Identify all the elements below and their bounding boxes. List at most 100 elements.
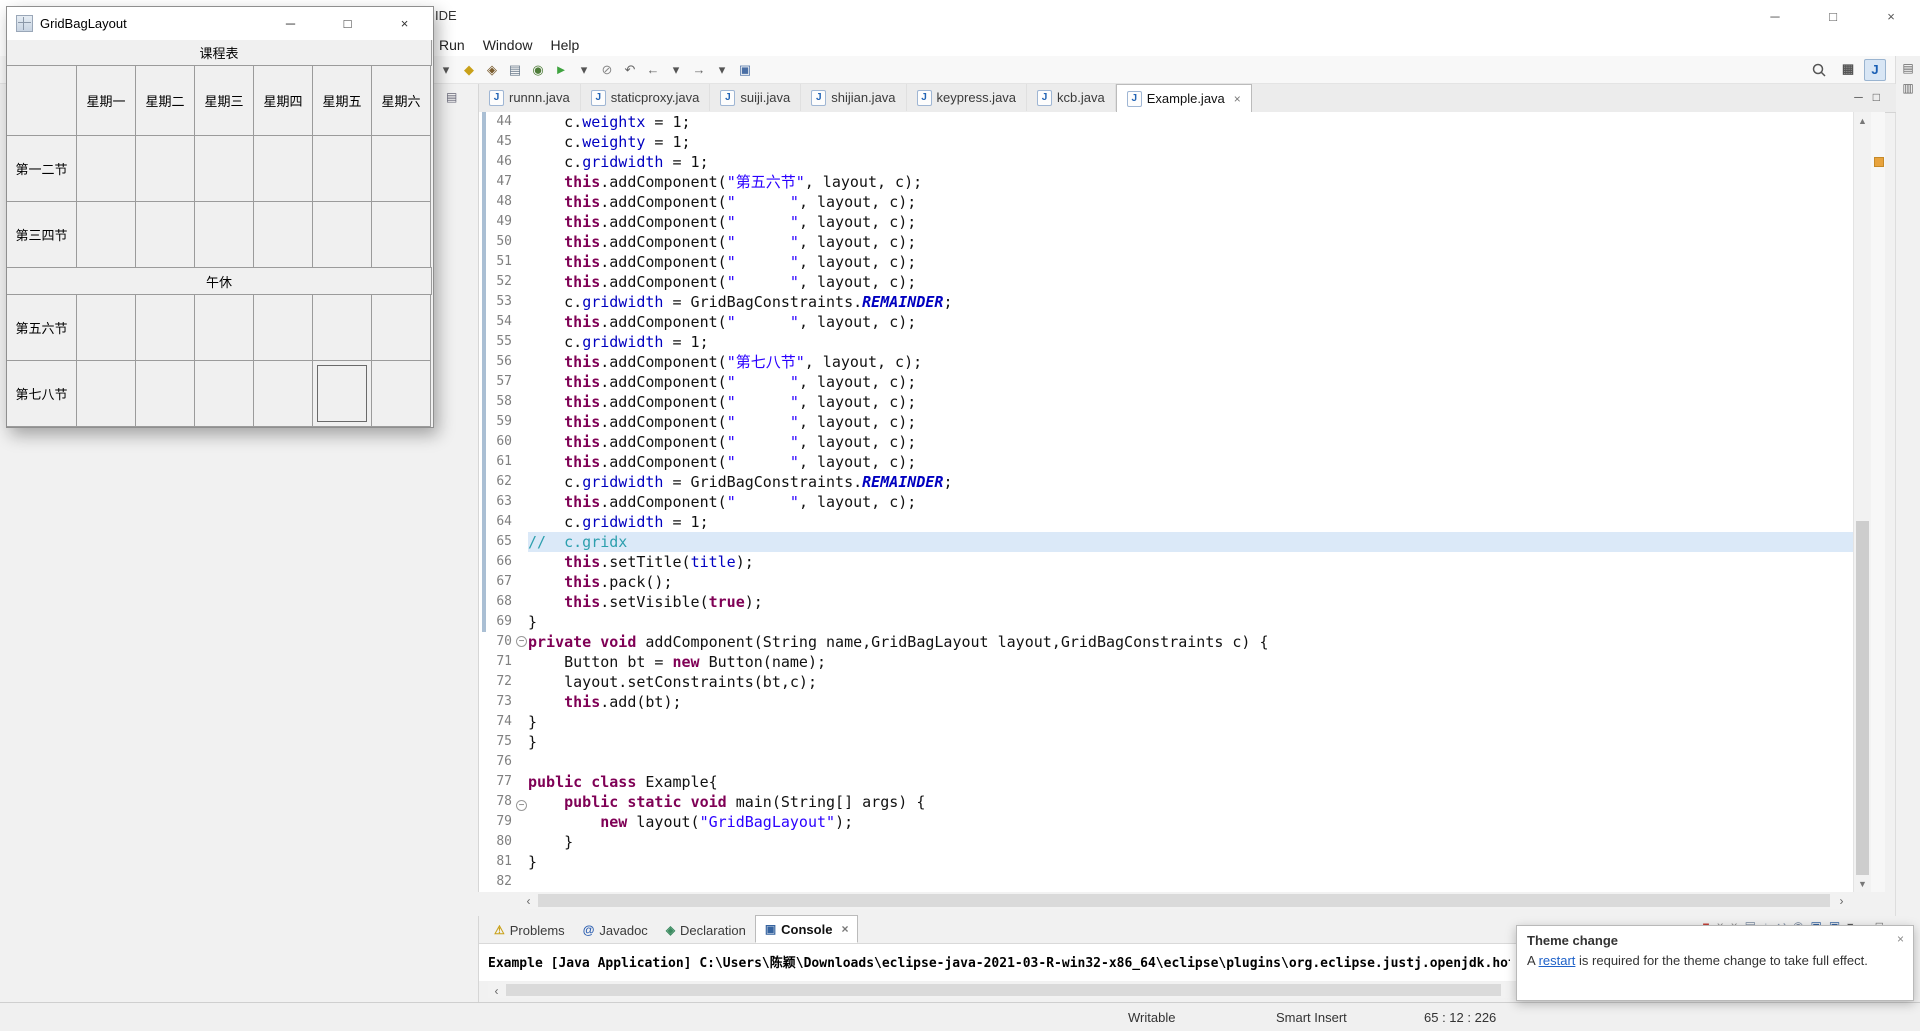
timetable-cell[interactable]: [312, 294, 372, 361]
timetable-period-label[interactable]: 第三四节: [7, 201, 77, 268]
code-line-57[interactable]: this.addComponent(" ", layout, c);: [528, 372, 1854, 392]
timetable-day-header[interactable]: 星期三: [194, 65, 254, 136]
line-number[interactable]: 68: [489, 592, 512, 612]
line-number[interactable]: 71: [489, 652, 512, 672]
restore-view-icon[interactable]: ▤: [446, 90, 457, 104]
code-line-80[interactable]: }: [528, 832, 1854, 852]
line-number[interactable]: 64: [489, 512, 512, 532]
line-number[interactable]: 57: [489, 372, 512, 392]
line-number[interactable]: 54: [489, 312, 512, 332]
timetable-day-header[interactable]: 星期五: [312, 65, 372, 136]
code-line-65[interactable]: // c.gridx: [528, 532, 1854, 552]
line-number[interactable]: 72: [489, 672, 512, 692]
code-line-44[interactable]: c.weightx = 1;: [528, 112, 1854, 132]
timetable-cell[interactable]: [194, 201, 254, 268]
forward-dropdown-icon[interactable]: ▾: [712, 59, 732, 81]
line-number[interactable]: 82: [489, 872, 512, 892]
scroll-left-icon[interactable]: ‹: [520, 892, 537, 909]
code-editor[interactable]: 4445464748495051525354555657585960616263…: [478, 112, 1854, 892]
code-line-46[interactable]: c.gridwidth = 1;: [528, 152, 1854, 172]
code-line-56[interactable]: this.addComponent("第七八节", layout, c);: [528, 352, 1854, 372]
tab-runnn.java[interactable]: Jrunnn.java: [479, 84, 581, 111]
timetable-cell[interactable]: [135, 135, 195, 202]
code-line-67[interactable]: this.pack();: [528, 572, 1854, 592]
close-notification-icon[interactable]: ×: [1897, 932, 1904, 946]
minimize-editor-icon[interactable]: ─: [1854, 90, 1863, 104]
timetable-day-header[interactable]: 星期四: [253, 65, 313, 136]
timetable-cell[interactable]: [194, 135, 254, 202]
link-with-editor-icon[interactable]: ▣: [735, 59, 755, 81]
code-line-54[interactable]: this.addComponent(" ", layout, c);: [528, 312, 1854, 332]
run-dropdown-icon[interactable]: ▾: [574, 59, 594, 81]
line-number[interactable]: 48: [489, 192, 512, 212]
code-line-75[interactable]: }: [528, 732, 1854, 752]
print-icon[interactable]: ▤: [505, 59, 525, 81]
new-wizard-dropdown-icon[interactable]: ▾: [436, 59, 456, 81]
line-number[interactable]: 55: [489, 332, 512, 352]
close-tab-icon[interactable]: ×: [1234, 92, 1241, 106]
line-number[interactable]: 79: [489, 812, 512, 832]
timetable-period-label[interactable]: 第一二节: [7, 135, 77, 202]
swing-titlebar[interactable]: GridBagLayout ─□×: [7, 7, 433, 40]
maximize-button[interactable]: □: [319, 7, 376, 40]
skip-breakpoints-icon[interactable]: ⊘: [597, 59, 617, 81]
run-icon[interactable]: ►: [551, 59, 571, 81]
timetable-cell[interactable]: [253, 135, 313, 202]
code-line-47[interactable]: this.addComponent("第五六节", layout, c);: [528, 172, 1854, 192]
close-window-button[interactable]: ×: [1862, 0, 1920, 33]
code-line-69[interactable]: }: [528, 612, 1854, 632]
minimize-button[interactable]: ─: [262, 7, 319, 40]
line-number[interactable]: 74: [489, 712, 512, 732]
code-line-77[interactable]: public class Example{: [528, 772, 1854, 792]
code-line-58[interactable]: this.addComponent(" ", layout, c);: [528, 392, 1854, 412]
tab-kcb.java[interactable]: Jkcb.java: [1027, 84, 1116, 111]
code-line-59[interactable]: this.addComponent(" ", layout, c);: [528, 412, 1854, 432]
forward-icon[interactable]: →: [689, 59, 709, 81]
code-line-48[interactable]: this.addComponent(" ", layout, c);: [528, 192, 1854, 212]
code-line-63[interactable]: this.addComponent(" ", layout, c);: [528, 492, 1854, 512]
tab-problems[interactable]: ⚠Problems: [485, 917, 574, 943]
code-line-50[interactable]: this.addComponent(" ", layout, c);: [528, 232, 1854, 252]
timetable-cell[interactable]: [371, 135, 431, 202]
line-number[interactable]: 80: [489, 832, 512, 852]
timetable-day-header[interactable]: 星期一: [76, 65, 136, 136]
timetable-cell[interactable]: [312, 201, 372, 268]
mark-occurrences-icon[interactable]: ◆: [459, 59, 479, 81]
timetable-cell[interactable]: [371, 294, 431, 361]
maximize-editor-icon[interactable]: □: [1873, 90, 1880, 104]
line-number[interactable]: 65: [489, 532, 512, 552]
timetable-cell[interactable]: [135, 360, 195, 427]
editor-horizontal-scrollbar[interactable]: ‹ ›: [520, 892, 1850, 909]
timetable-header-cell[interactable]: 课程表: [7, 40, 432, 66]
timetable-cell[interactable]: [76, 135, 136, 202]
code-line-76[interactable]: [528, 752, 1854, 772]
editor-vertical-scrollbar[interactable]: ▲ ▼: [1853, 112, 1871, 892]
tab-javadoc[interactable]: @Javadoc: [574, 917, 657, 943]
close-tab-icon[interactable]: ×: [841, 922, 848, 936]
timetable-cell[interactable]: [371, 360, 431, 427]
close-button[interactable]: ×: [376, 7, 433, 40]
tab-suiji.java[interactable]: Jsuiji.java: [710, 84, 801, 111]
code-line-52[interactable]: this.addComponent(" ", layout, c);: [528, 272, 1854, 292]
code-line-62[interactable]: c.gridwidth = GridBagConstraints.REMAIND…: [528, 472, 1854, 492]
line-number[interactable]: 73: [489, 692, 512, 712]
line-number[interactable]: 66: [489, 552, 512, 572]
open-perspective-icon[interactable]: ▦: [1838, 59, 1858, 79]
line-number[interactable]: 76: [489, 752, 512, 772]
fold-collapse-icon[interactable]: −: [516, 636, 527, 647]
line-number[interactable]: 44: [489, 112, 512, 132]
code-line-51[interactable]: this.addComponent(" ", layout, c);: [528, 252, 1854, 272]
line-number[interactable]: 52: [489, 272, 512, 292]
code-line-53[interactable]: c.gridwidth = GridBagConstraints.REMAIND…: [528, 292, 1854, 312]
folding-ruler[interactable]: −−: [515, 112, 528, 892]
timetable-cell[interactable]: [194, 294, 254, 361]
timetable-cell[interactable]: [135, 201, 195, 268]
code-line-79[interactable]: new layout("GridBagLayout");: [528, 812, 1854, 832]
line-number[interactable]: 78: [489, 792, 512, 812]
line-number[interactable]: 81: [489, 852, 512, 872]
line-number[interactable]: 75: [489, 732, 512, 752]
timetable-corner-cell[interactable]: [7, 65, 77, 136]
code-line-45[interactable]: c.weighty = 1;: [528, 132, 1854, 152]
line-number[interactable]: 49: [489, 212, 512, 232]
code-line-71[interactable]: Button bt = new Button(name);: [528, 652, 1854, 672]
